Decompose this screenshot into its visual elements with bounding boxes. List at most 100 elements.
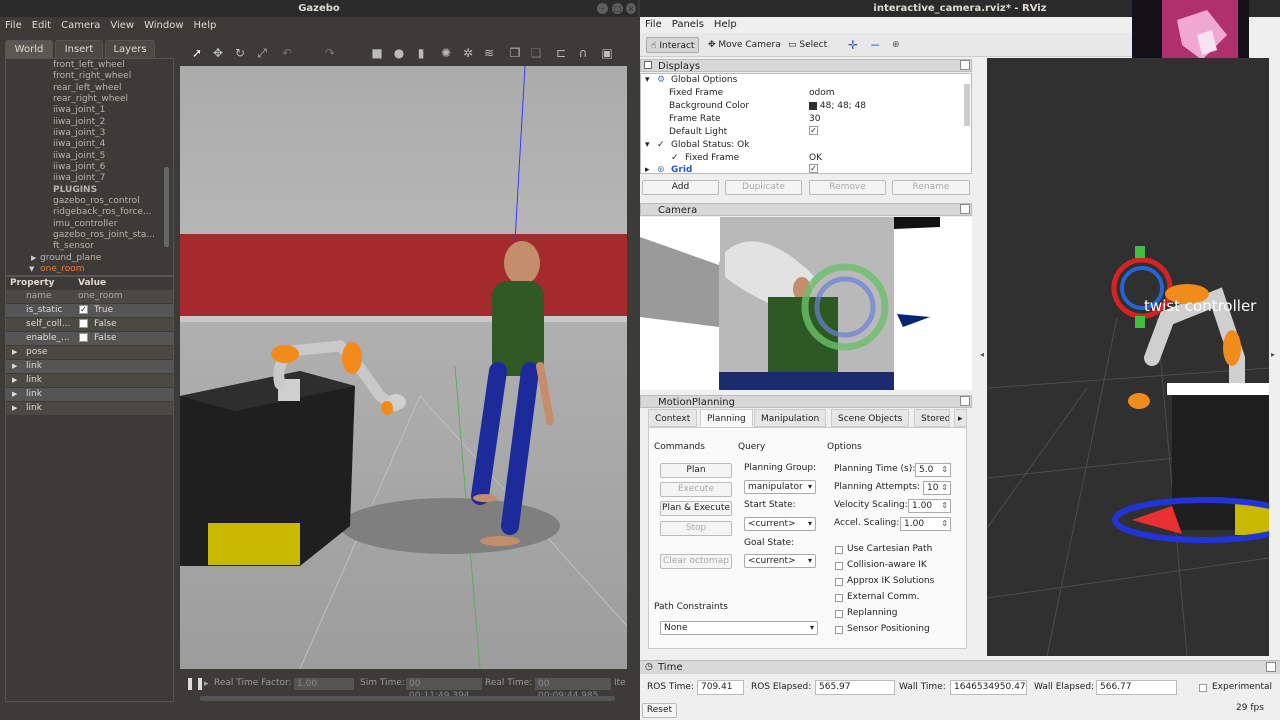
- property-group-link[interactable]: ▶ link: [6, 374, 173, 387]
- display-row-value[interactable]: odom: [809, 87, 835, 99]
- default-light-checkbox[interactable]: ✓: [809, 126, 818, 135]
- interact-tool-button[interactable]: ☝ Interact: [646, 37, 700, 53]
- menu-panels[interactable]: Panels: [667, 17, 709, 33]
- execute-button[interactable]: Execute: [660, 482, 732, 497]
- redo-icon[interactable]: ↷: [323, 46, 337, 60]
- plan-button[interactable]: Plan: [660, 463, 732, 478]
- splitter-handle-icon[interactable]: ◂: [980, 350, 984, 359]
- world-tree[interactable]: front_left_wheel front_right_wheel rear_…: [5, 58, 174, 276]
- sphere-shape-icon[interactable]: ●: [392, 46, 406, 60]
- float-panel-button[interactable]: [960, 60, 970, 70]
- display-row-label[interactable]: Fixed Frame: [685, 152, 739, 164]
- snap-icon[interactable]: ∩: [576, 46, 590, 60]
- gazebo-3d-viewport[interactable]: [180, 66, 627, 669]
- is-static-checkbox[interactable]: ✓: [79, 305, 88, 314]
- planning-attempts-input[interactable]: 10: [923, 481, 951, 495]
- tab-world[interactable]: World: [5, 40, 53, 58]
- remove-display-button[interactable]: Remove: [809, 180, 886, 195]
- tab-layers[interactable]: Layers: [105, 40, 155, 58]
- directional-light-icon[interactable]: ≋: [482, 46, 496, 60]
- menu-file[interactable]: File: [0, 17, 27, 35]
- grid-checkbox[interactable]: ✓: [809, 164, 818, 173]
- planning-group-select[interactable]: manipulator: [744, 480, 816, 494]
- plan-and-execute-button[interactable]: Plan & Execute: [660, 501, 732, 516]
- reset-button[interactable]: Reset: [642, 703, 677, 718]
- menu-camera[interactable]: Camera: [56, 17, 105, 35]
- tab-insert[interactable]: Insert: [55, 40, 103, 58]
- tree-item[interactable]: iiwa_joint_2: [53, 117, 105, 127]
- tab-scene-objects[interactable]: Scene Objects: [831, 409, 910, 427]
- display-row-status[interactable]: Global Status: Ok: [671, 139, 749, 151]
- float-panel-button[interactable]: [960, 204, 970, 214]
- step-icon[interactable]: ▸: [204, 679, 209, 689]
- expand-arrow-icon[interactable]: ▶: [31, 254, 36, 262]
- display-row-value[interactable]: OK: [809, 152, 822, 164]
- select-mode-icon[interactable]: ➚: [190, 46, 204, 60]
- approx-ik-checkbox[interactable]: [835, 578, 843, 586]
- spot-light-icon[interactable]: ✲: [461, 46, 475, 60]
- tree-arrow-icon[interactable]: ▸: [645, 164, 650, 176]
- undo-icon[interactable]: ↶: [280, 46, 294, 60]
- path-constraints-select[interactable]: None: [660, 621, 818, 635]
- property-group-link[interactable]: ▶ link: [6, 360, 173, 373]
- duplicate-display-button[interactable]: Duplicate: [725, 180, 802, 195]
- camera-view[interactable]: [640, 217, 972, 390]
- property-group-link[interactable]: ▶ link: [6, 402, 173, 415]
- stop-button[interactable]: Stop: [660, 521, 732, 536]
- tree-item[interactable]: iiwa_joint_4: [53, 139, 105, 149]
- tree-item-one-room[interactable]: one_room: [40, 264, 85, 274]
- tree-item-plugins[interactable]: PLUGINS: [53, 185, 97, 195]
- menu-help[interactable]: Help: [709, 17, 742, 33]
- rotate-mode-icon[interactable]: ↻: [233, 46, 247, 60]
- clear-octomap-button[interactable]: Clear octomap: [660, 554, 732, 569]
- displays-scrollbar[interactable]: [964, 84, 970, 126]
- box-shape-icon[interactable]: ■: [370, 46, 384, 60]
- goal-state-select[interactable]: <current>: [744, 554, 816, 568]
- cylinder-shape-icon[interactable]: ▮: [414, 46, 428, 60]
- tree-item[interactable]: gazebo_ros_control: [53, 196, 140, 206]
- property-row-is-static[interactable]: is_static ✓ True: [6, 304, 173, 317]
- menu-view[interactable]: View: [105, 17, 139, 35]
- tree-item[interactable]: rear_right_wheel: [53, 94, 128, 104]
- tree-item[interactable]: gazebo_ros_joint_sta...: [53, 230, 155, 240]
- tree-item[interactable]: iiwa_joint_1: [53, 105, 105, 115]
- tree-item[interactable]: iiwa_joint_5: [53, 151, 105, 161]
- property-row-enable-wind[interactable]: enable_... False: [6, 332, 173, 345]
- add-tool-icon[interactable]: ✛: [844, 37, 862, 53]
- tree-item[interactable]: imu_controller: [53, 219, 117, 229]
- minimize-button[interactable]: –: [597, 3, 608, 14]
- close-button[interactable]: ×: [626, 3, 636, 14]
- screenshot-icon[interactable]: ▣: [600, 46, 614, 60]
- property-row-name[interactable]: name one_room: [6, 290, 173, 303]
- tree-item[interactable]: rear_left_wheel: [53, 83, 121, 93]
- display-row-label[interactable]: Fixed Frame: [669, 87, 723, 99]
- maximize-button[interactable]: □: [612, 3, 623, 14]
- pause-icon[interactable]: ❚❚: [185, 676, 205, 690]
- property-row-self-collide[interactable]: self_coll... False: [6, 318, 173, 331]
- start-state-select[interactable]: <current>: [744, 517, 816, 531]
- tree-item[interactable]: iiwa_joint_6: [53, 162, 105, 172]
- display-row-value[interactable]: 30: [809, 113, 820, 125]
- horizontal-scrollbar[interactable]: [200, 696, 615, 701]
- tree-item-ground-plane[interactable]: ground_plane: [40, 253, 101, 263]
- self-collide-checkbox[interactable]: [79, 319, 88, 328]
- menu-file[interactable]: File: [640, 17, 667, 33]
- enable-wind-checkbox[interactable]: [79, 333, 88, 342]
- external-comm-checkbox[interactable]: [835, 594, 843, 602]
- experimental-checkbox[interactable]: [1199, 684, 1207, 692]
- float-panel-button[interactable]: [1266, 662, 1276, 672]
- translate-mode-icon[interactable]: ✥: [211, 46, 225, 60]
- tree-arrow-icon[interactable]: ▾: [645, 139, 650, 151]
- tab-planning[interactable]: Planning: [700, 409, 753, 427]
- menu-help[interactable]: Help: [189, 17, 222, 35]
- tree-item[interactable]: iiwa_joint_3: [53, 128, 105, 138]
- tab-manipulation[interactable]: Manipulation: [754, 409, 827, 427]
- replanning-checkbox[interactable]: [835, 610, 843, 618]
- rename-display-button[interactable]: Rename: [892, 180, 970, 195]
- displays-tree[interactable]: ▾ ⚙ Global Options Fixed Frame odom Back…: [640, 73, 972, 176]
- display-row-grid[interactable]: Grid: [671, 164, 692, 176]
- tree-item[interactable]: front_right_wheel: [53, 71, 131, 81]
- float-panel-button[interactable]: [960, 396, 970, 406]
- tree-item[interactable]: iiwa_joint_7: [53, 173, 105, 183]
- align-icon[interactable]: ⊏: [554, 46, 568, 60]
